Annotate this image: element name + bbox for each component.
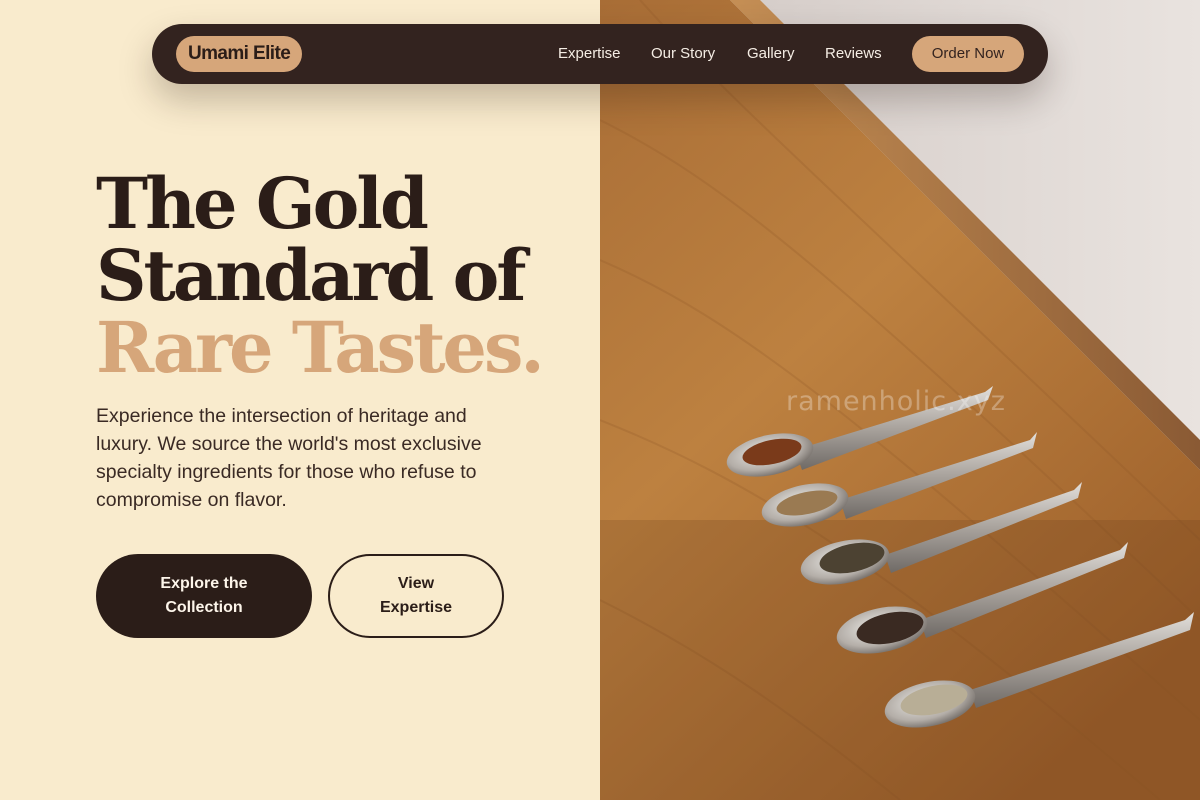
top-navigation: Umami Elite Expertise Our Story Gallery … (152, 24, 1048, 84)
brand-logo[interactable]: Umami Elite (176, 36, 303, 72)
hero-headline: The Gold Standard of Rare Tastes. (96, 162, 545, 389)
explore-collection-button[interactable]: Explore the Collection (96, 554, 312, 638)
headline-line-1: The Gold (96, 162, 429, 245)
headline-line-2: Standard of (96, 234, 526, 317)
nav-link-reviews[interactable]: Reviews (825, 44, 882, 64)
nav-link-expertise[interactable]: Expertise (558, 44, 621, 64)
view-expertise-button[interactable]: View Expertise (328, 554, 504, 638)
order-now-button[interactable]: Order Now (912, 36, 1024, 72)
watermark-text: ramenholic.xyz (786, 386, 1006, 417)
hero-left-panel (0, 0, 600, 800)
headline-accent: Rare Tastes. (96, 306, 545, 389)
hero-subtext: Experience the intersection of heritage … (96, 405, 482, 511)
nav-link-our-story[interactable]: Our Story (651, 44, 715, 64)
nav-link-gallery[interactable]: Gallery (747, 44, 795, 64)
